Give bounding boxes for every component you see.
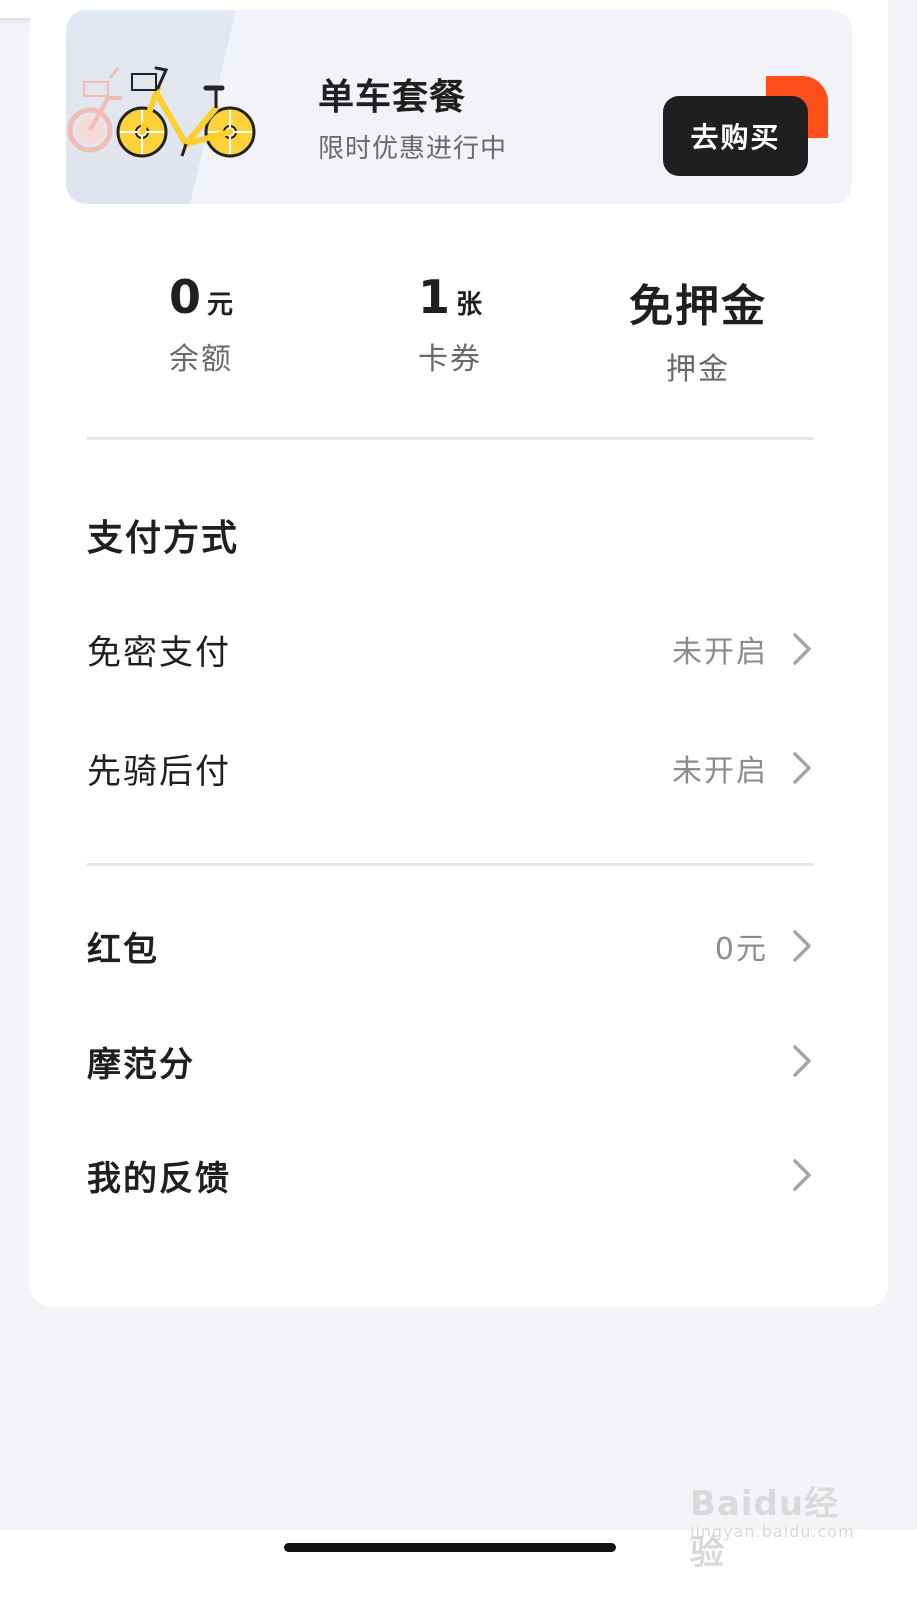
buy-button[interactable]: 去购买 <box>663 96 808 176</box>
row-label: 先骑后付 <box>87 751 231 792</box>
coupon-stat[interactable]: 1张 卡券 <box>330 270 570 378</box>
row-label: 我的反馈 <box>87 1158 231 1199</box>
divider <box>87 437 814 440</box>
wallet-card: 单车套餐 限时优惠进行中 去购买 0元 余额 1张 卡券 免押金 押金 支付方式… <box>30 0 888 1307</box>
coupon-label: 卡券 <box>418 342 482 377</box>
deposit-stat[interactable]: 免押金 押金 <box>578 270 818 388</box>
row-label: 摩范分 <box>87 1044 195 1085</box>
chevron-right-icon <box>793 1159 811 1191</box>
bicycle-icon <box>67 66 256 158</box>
coupon-value: 1 <box>417 270 450 324</box>
balance-unit: 元 <box>207 290 234 320</box>
home-indicator[interactable] <box>284 1543 616 1552</box>
password-free-pay-row[interactable]: 免密支付 未开启 <box>87 619 814 679</box>
bike-package-banner[interactable]: 单车套餐 限时优惠进行中 去购买 <box>66 10 852 204</box>
banner-subtitle: 限时优惠进行中 <box>318 134 508 164</box>
row-status: 未开启 <box>672 635 768 670</box>
watermark-site: jingyan.baidu.com <box>690 1522 855 1541</box>
balance-value: 0 <box>168 270 201 324</box>
chevron-right-icon <box>793 1045 811 1077</box>
deposit-label: 押金 <box>666 352 730 387</box>
chevron-right-icon <box>793 752 811 784</box>
banner-title: 单车套餐 <box>318 77 467 118</box>
deposit-value: 免押金 <box>629 281 767 332</box>
divider <box>87 863 814 866</box>
mobike-score-row[interactable]: 摩范分 <box>87 1031 814 1091</box>
ride-first-pay-later-row[interactable]: 先骑后付 未开启 <box>87 738 814 798</box>
chevron-right-icon <box>793 633 811 665</box>
red-packet-row[interactable]: 红包 0元 <box>87 916 814 976</box>
balance-label: 余额 <box>169 342 233 377</box>
chevron-right-icon <box>793 930 811 962</box>
baidu-watermark: Baidu经验 jingyan.baidu.com <box>690 1470 860 1573</box>
coupon-unit: 张 <box>456 290 483 320</box>
row-label: 红包 <box>87 929 159 970</box>
balance-stat[interactable]: 0元 余额 <box>81 270 321 378</box>
row-status: 未开启 <box>672 754 768 789</box>
row-value: 0元 <box>714 932 768 967</box>
payment-section-title: 支付方式 <box>87 518 240 559</box>
row-label: 免密支付 <box>87 632 231 673</box>
my-feedback-row[interactable]: 我的反馈 <box>87 1145 814 1205</box>
